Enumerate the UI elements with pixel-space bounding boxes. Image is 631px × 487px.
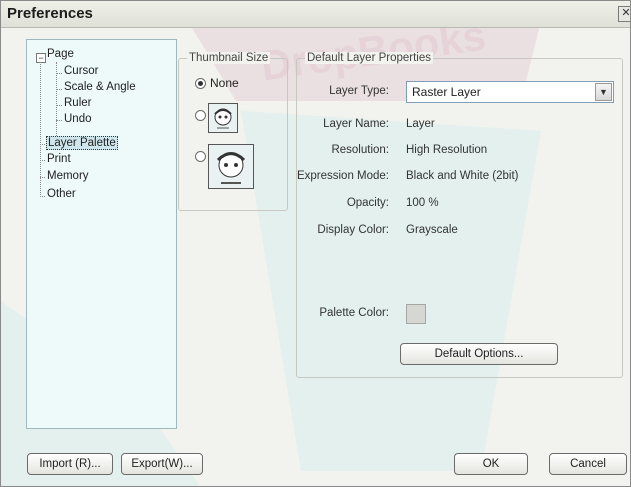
- cancel-button[interactable]: Cancel: [549, 453, 627, 475]
- tree-item-layer-palette[interactable]: Layer Palette: [46, 136, 118, 150]
- window-title: Preferences: [7, 5, 93, 22]
- thumbnail-large-radio[interactable]: [195, 151, 206, 162]
- close-icon[interactable]: ✕: [618, 6, 630, 22]
- layer-name-value: Layer: [406, 118, 435, 130]
- category-tree[interactable]: − Page Cursor Scale & Angle Ruler Undo L…: [26, 39, 177, 429]
- thumbnail-none-radio[interactable]: [195, 78, 206, 89]
- import-button[interactable]: Import (R)...: [27, 453, 113, 475]
- display-color-value: Grayscale: [406, 224, 458, 236]
- layer-type-label: Layer Type:: [329, 85, 389, 97]
- opacity-label: Opacity:: [346, 197, 389, 209]
- layer-name-label: Layer Name:: [323, 118, 389, 130]
- layer-type-value: Raster Layer: [412, 85, 481, 99]
- ok-button[interactable]: OK: [454, 453, 528, 475]
- thumbnail-small-preview-icon: [208, 103, 238, 133]
- collapse-icon[interactable]: −: [36, 53, 46, 63]
- thumbnail-size-label: Thumbnail Size: [187, 52, 271, 64]
- default-layer-properties-group: Default Layer Properties: [296, 52, 623, 378]
- default-layer-properties-label: Default Layer Properties: [305, 52, 434, 64]
- tree-item-memory[interactable]: Memory: [47, 170, 89, 182]
- resolution-value: High Resolution: [406, 144, 488, 156]
- tree-item-undo[interactable]: Undo: [64, 113, 92, 125]
- tree-item-ruler[interactable]: Ruler: [64, 97, 91, 109]
- chevron-down-icon[interactable]: ▼: [595, 83, 612, 101]
- opacity-value: 100 %: [406, 197, 439, 209]
- expression-mode-label: Expression Mode:: [296, 170, 389, 182]
- palette-color-label: Palette Color:: [319, 307, 389, 319]
- preferences-window: DropBooks Preferences ✕ − Page Cursor Sc…: [0, 0, 631, 487]
- default-options-button[interactable]: Default Options...: [400, 343, 558, 365]
- palette-color-swatch[interactable]: [406, 304, 426, 324]
- tree-item-cursor[interactable]: Cursor: [64, 65, 99, 77]
- expression-mode-value: Black and White (2bit): [406, 170, 519, 182]
- tree-item-scale-angle[interactable]: Scale & Angle: [64, 81, 136, 93]
- export-button[interactable]: Export(W)...: [121, 453, 203, 475]
- tree-item-page[interactable]: Page: [47, 48, 74, 60]
- tree-item-other[interactable]: Other: [47, 188, 76, 200]
- thumbnail-none-label: None: [210, 76, 239, 90]
- tree-item-print[interactable]: Print: [47, 153, 71, 165]
- display-color-label: Display Color:: [317, 224, 389, 236]
- layer-type-select[interactable]: Raster Layer ▼: [406, 81, 614, 103]
- title-bar: Preferences ✕: [1, 1, 630, 28]
- resolution-label: Resolution:: [331, 144, 389, 156]
- thumbnail-large-preview-icon: [208, 144, 254, 189]
- thumbnail-small-radio[interactable]: [195, 110, 206, 121]
